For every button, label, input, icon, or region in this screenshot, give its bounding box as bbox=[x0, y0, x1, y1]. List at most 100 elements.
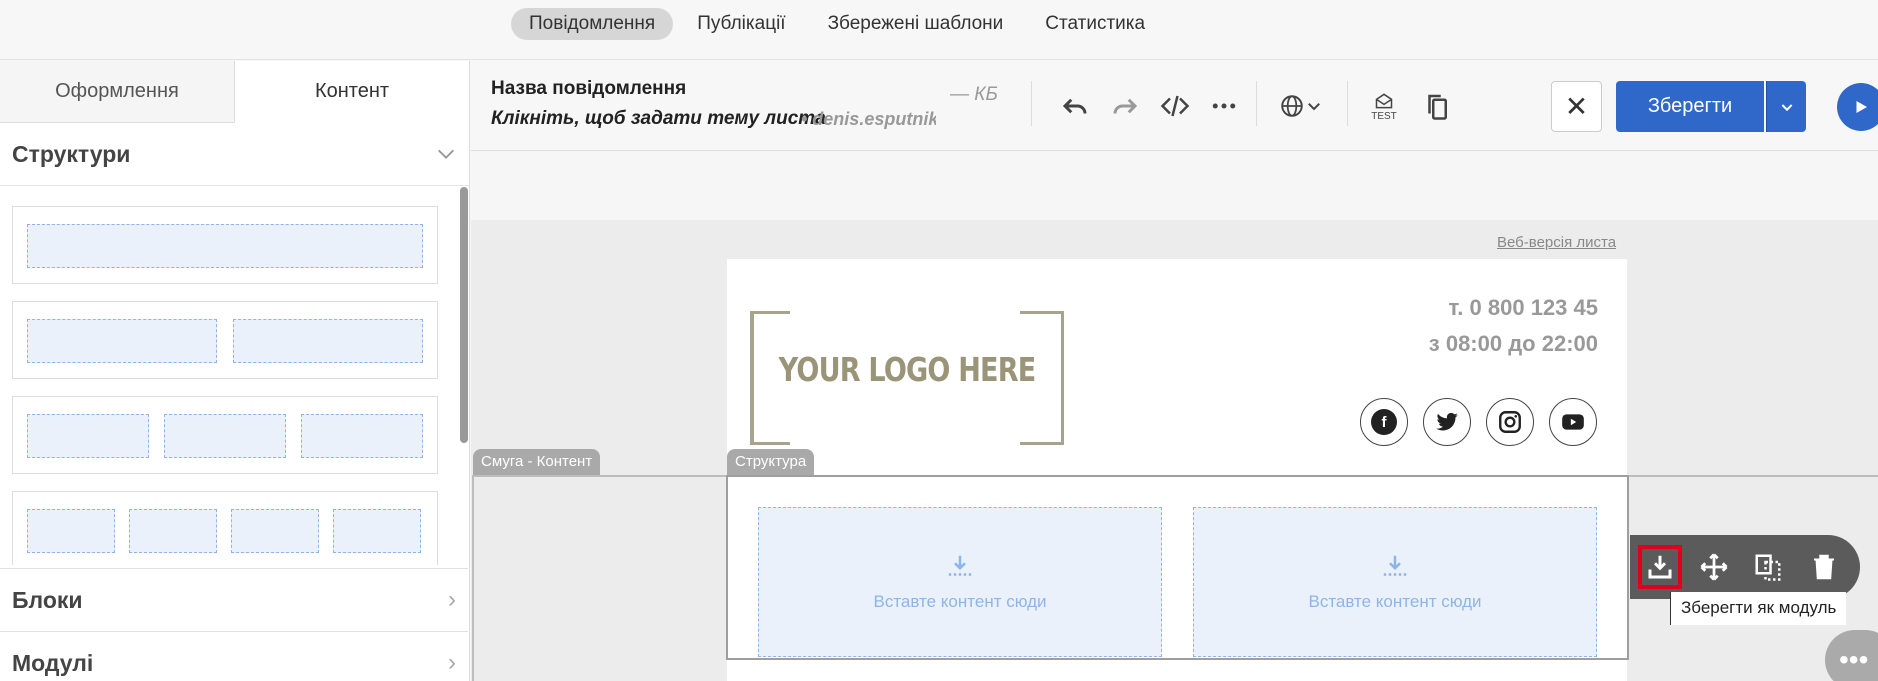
structure-cell bbox=[27, 509, 115, 553]
content-dropzone[interactable]: Вставте контент сюди bbox=[1193, 507, 1597, 657]
insert-icon bbox=[1383, 555, 1407, 576]
structures-section-header[interactable]: Структури bbox=[0, 123, 469, 186]
structures-list bbox=[0, 186, 469, 565]
move-button[interactable] bbox=[1692, 545, 1736, 589]
left-panel: Оформлення Контент Структури Блоки › Мод… bbox=[0, 61, 470, 681]
dropzone-text: Вставте контент сюди bbox=[873, 592, 1047, 611]
chevron-down-icon bbox=[1308, 103, 1320, 111]
more-horizontal-icon bbox=[1212, 103, 1236, 109]
language-dropdown[interactable] bbox=[1271, 89, 1331, 123]
save-options-button[interactable] bbox=[1766, 81, 1806, 132]
tab-messages[interactable]: Повідомлення bbox=[511, 8, 674, 40]
contact-info[interactable]: т. 0 800 123 45 з 08:00 до 22:00 bbox=[1300, 290, 1598, 362]
duplicate-button[interactable] bbox=[1746, 545, 1790, 589]
structure-3-columns[interactable] bbox=[12, 396, 438, 474]
twitter-icon bbox=[1436, 412, 1458, 431]
undo-icon bbox=[1062, 98, 1087, 114]
structure-2-columns[interactable] bbox=[12, 301, 438, 379]
globe-icon bbox=[1281, 95, 1303, 117]
social-twitter[interactable] bbox=[1423, 398, 1471, 446]
close-button[interactable]: ✕ bbox=[1551, 81, 1602, 132]
download-tray-icon bbox=[1648, 555, 1672, 579]
chevron-right-icon: › bbox=[448, 586, 456, 613]
move-arrows-icon bbox=[1700, 553, 1728, 581]
subject-field[interactable]: Клікніть, щоб задати тему листа bbox=[491, 108, 826, 130]
toolbar-divider bbox=[1031, 81, 1032, 126]
canvas-top-area bbox=[471, 152, 1878, 220]
tooltip: Зберегти як модуль bbox=[1670, 592, 1847, 625]
social-instagram[interactable] bbox=[1486, 398, 1534, 446]
structure-4-columns[interactable] bbox=[12, 491, 438, 565]
save-as-module-button[interactable] bbox=[1638, 545, 1682, 589]
blocks-section-header[interactable]: Блоки › bbox=[0, 568, 468, 631]
undo-button[interactable] bbox=[1057, 89, 1093, 123]
message-name[interactable]: Назва повідомлення bbox=[491, 78, 686, 100]
save-button[interactable]: Зберегти bbox=[1616, 81, 1764, 132]
insert-icon bbox=[948, 555, 972, 576]
preview-button[interactable] bbox=[1419, 89, 1455, 123]
structure-cell bbox=[164, 414, 286, 458]
social-facebook[interactable]: f bbox=[1360, 398, 1408, 446]
toolbar-divider bbox=[1256, 81, 1257, 126]
editor-toolbar: Назва повідомлення Клікніть, щоб задати … bbox=[471, 61, 1878, 151]
working-hours: з 08:00 до 22:00 bbox=[1428, 331, 1598, 356]
structure-actions-bar bbox=[1630, 535, 1860, 599]
code-icon bbox=[1160, 95, 1190, 117]
structure-cell bbox=[27, 224, 423, 268]
row-label[interactable]: Смуга - Контент bbox=[473, 449, 601, 475]
chevron-right-icon: › bbox=[448, 649, 456, 676]
dropzone-text: Вставте контент сюди bbox=[1308, 592, 1482, 611]
instagram-icon bbox=[1499, 411, 1521, 433]
structure-cell bbox=[129, 509, 217, 553]
redo-icon bbox=[1113, 98, 1138, 114]
tab-design[interactable]: Оформлення bbox=[0, 61, 234, 123]
structures-title: Структури bbox=[12, 140, 131, 167]
more-actions-button[interactable]: ••• bbox=[1825, 630, 1878, 681]
blocks-title: Блоки bbox=[12, 586, 83, 613]
left-panel-tabs: Оформлення Контент bbox=[0, 61, 469, 123]
toolbar-divider bbox=[1347, 81, 1348, 126]
structure-cell bbox=[27, 319, 217, 363]
structure-cell bbox=[27, 414, 149, 458]
structure-cell bbox=[333, 509, 421, 553]
top-navigation: Повідомлення Публікації Збережені шаблон… bbox=[0, 0, 1878, 60]
tab-saved-templates[interactable]: Збережені шаблони bbox=[810, 8, 1022, 40]
sender-address: • denis.esputnik bbox=[801, 109, 936, 129]
structure-1-column[interactable] bbox=[12, 206, 438, 284]
more-horizontal-icon: ••• bbox=[1839, 644, 1869, 675]
envelope-icon bbox=[1375, 92, 1393, 108]
message-size: — КБ bbox=[950, 84, 998, 105]
logo-text: YOUR LOGO HERE bbox=[778, 350, 1037, 389]
code-button[interactable] bbox=[1157, 89, 1193, 123]
facebook-icon: f bbox=[1371, 409, 1397, 435]
phone-number: т. 0 800 123 45 bbox=[1448, 295, 1598, 320]
web-version-link[interactable]: Веб-версія листа bbox=[1497, 234, 1616, 251]
structures-scrollbar[interactable] bbox=[460, 187, 468, 443]
youtube-icon bbox=[1562, 414, 1584, 430]
test-label: TEST bbox=[1371, 110, 1397, 122]
delete-button[interactable] bbox=[1802, 545, 1846, 589]
more-options-button[interactable] bbox=[1206, 89, 1242, 123]
tab-content[interactable]: Контент bbox=[234, 61, 469, 123]
structure-cell bbox=[233, 319, 423, 363]
trash-icon bbox=[1814, 554, 1834, 580]
structure-cell bbox=[301, 414, 423, 458]
copy-icon bbox=[1755, 554, 1781, 581]
chevron-down-icon bbox=[435, 143, 457, 165]
tab-publications[interactable]: Публікації bbox=[679, 8, 803, 40]
send-button[interactable] bbox=[1837, 83, 1878, 131]
mobile-preview-icon bbox=[1428, 94, 1447, 120]
content-dropzone[interactable]: Вставте контент сюди bbox=[758, 507, 1162, 657]
modules-title: Модулі bbox=[12, 649, 94, 676]
play-icon bbox=[1856, 101, 1867, 113]
structure-label[interactable]: Структура bbox=[727, 449, 815, 475]
modules-section-header[interactable]: Модулі › bbox=[0, 631, 468, 681]
top-tabs: Повідомлення Публікації Збережені шаблон… bbox=[511, 8, 1163, 40]
redo-button[interactable] bbox=[1107, 89, 1143, 123]
chevron-down-icon bbox=[1781, 103, 1792, 111]
social-youtube[interactable] bbox=[1549, 398, 1597, 446]
structure-cell bbox=[231, 509, 319, 553]
test-send-button[interactable]: TEST bbox=[1366, 89, 1402, 123]
tab-statistics[interactable]: Статистика bbox=[1027, 8, 1163, 40]
close-icon: ✕ bbox=[1564, 91, 1589, 122]
